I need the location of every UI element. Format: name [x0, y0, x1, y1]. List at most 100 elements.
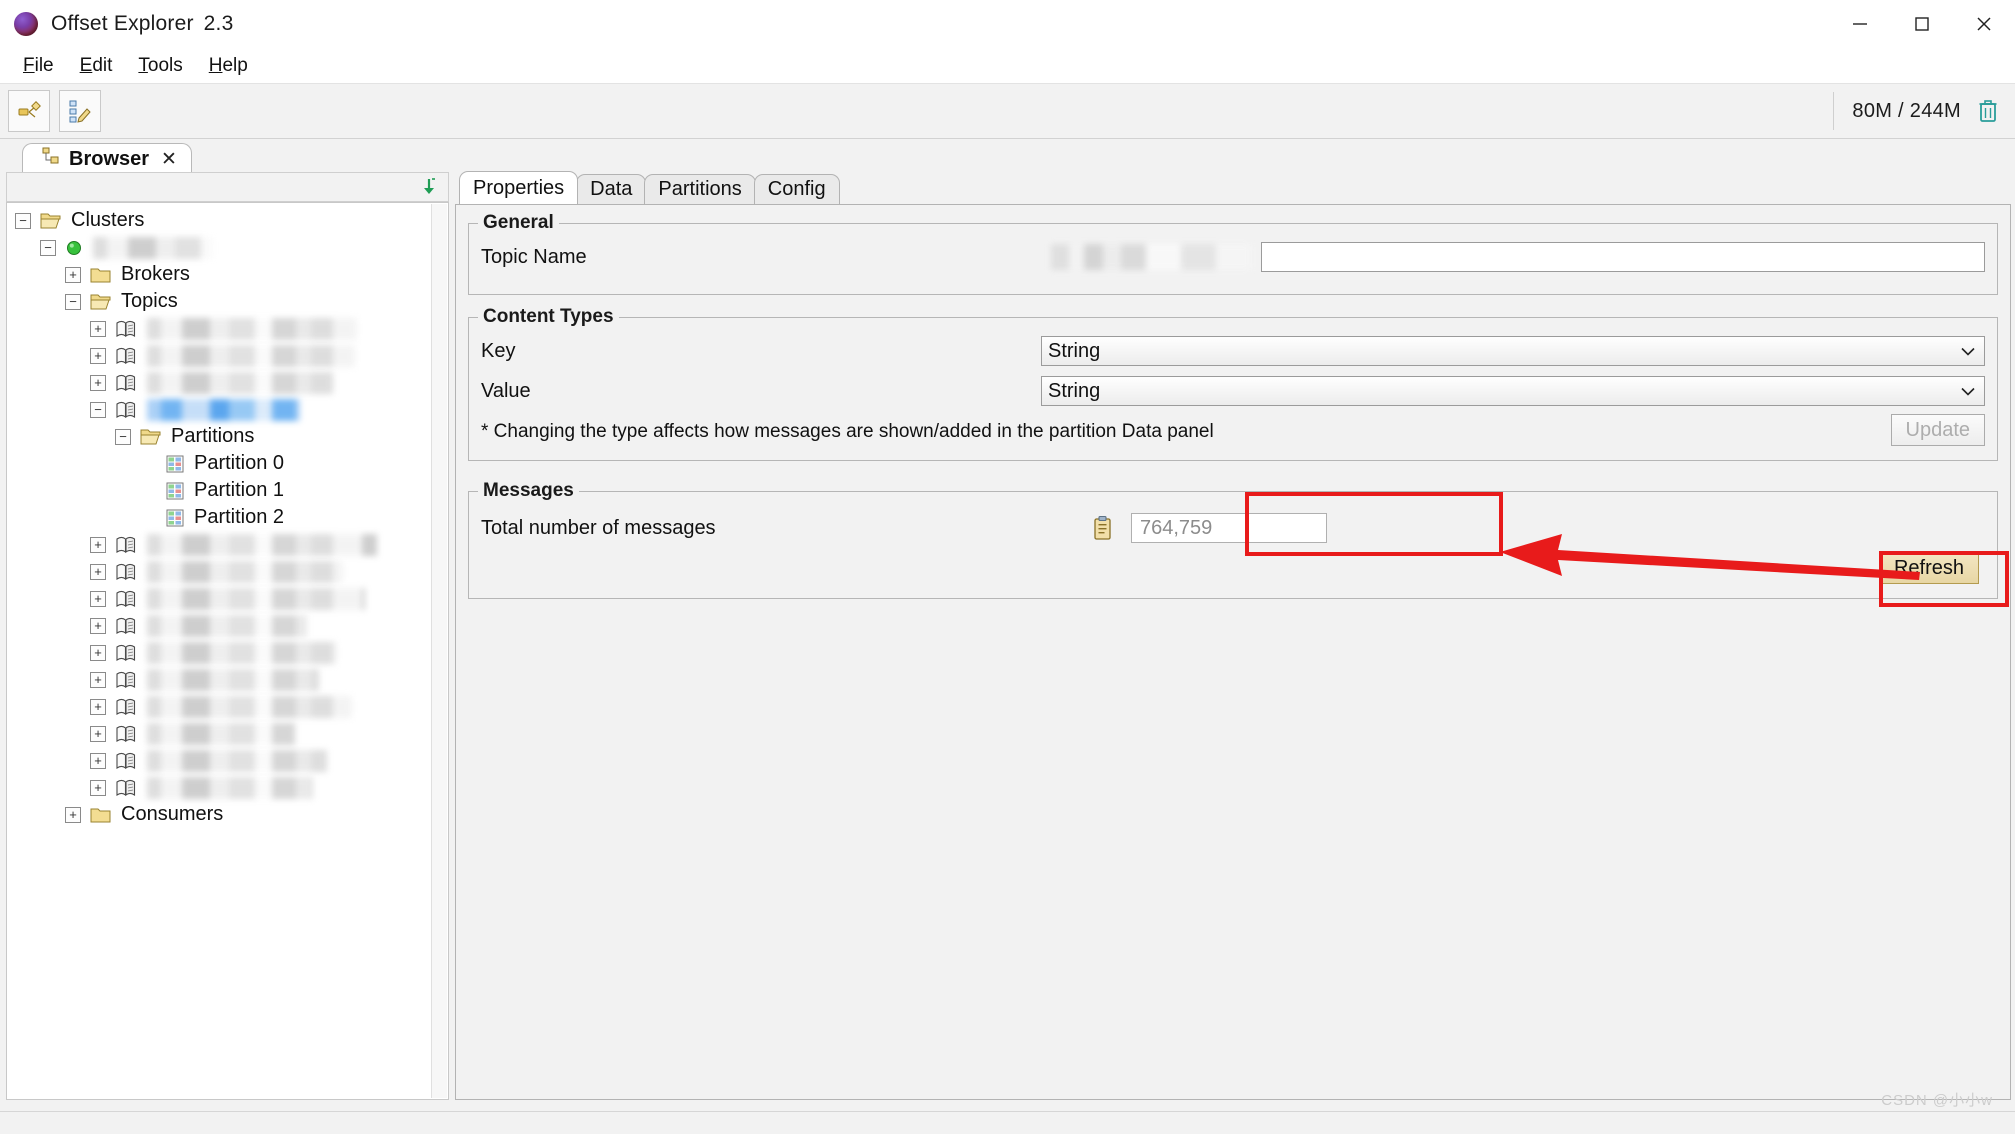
collapse-node-icon[interactable]: −	[40, 239, 56, 256]
tree-node[interactable]: +	[7, 612, 448, 639]
masked-node-label	[147, 641, 337, 664]
expand-node-icon[interactable]: +	[90, 536, 106, 553]
partition-icon	[165, 481, 185, 501]
close-icon[interactable]	[1953, 0, 2015, 48]
expand-node-icon[interactable]: +	[90, 725, 106, 742]
tree-node[interactable]: − Partitions	[7, 423, 448, 450]
expand-node-icon[interactable]: +	[90, 752, 106, 769]
masked-node-label	[147, 560, 343, 583]
folder-open-icon	[140, 427, 162, 447]
trash-icon[interactable]	[1977, 99, 1999, 123]
refresh-row: Refresh	[481, 552, 1985, 584]
expand-node-icon[interactable]: +	[90, 779, 106, 796]
tree-node[interactable]: − Clusters	[7, 207, 448, 234]
tree-node[interactable]: +	[7, 585, 448, 612]
tree-node-label: Partition 1	[194, 479, 285, 501]
partition-icon	[165, 508, 185, 528]
collapse-all-icon[interactable]	[418, 176, 440, 204]
tab-browser[interactable]: Browser ✕	[22, 143, 192, 174]
expand-node-icon[interactable]: +	[90, 563, 106, 580]
collapse-node-icon[interactable]: −	[65, 293, 81, 310]
key-type-select[interactable]: String	[1041, 336, 1985, 366]
memory-text: 80M / 244M	[1852, 99, 1961, 122]
total-messages-field[interactable]: 764,759	[1131, 513, 1327, 543]
expand-node-icon[interactable]: +	[90, 320, 106, 337]
expand-node-icon[interactable]: +	[65, 806, 81, 823]
details-pane: Properties Data Partitions Config Genera…	[455, 171, 2011, 1100]
expand-node-icon[interactable]: +	[90, 698, 106, 715]
expand-node-icon[interactable]: +	[90, 374, 106, 391]
tree-node[interactable]: +	[7, 558, 448, 585]
tree-node[interactable]: +	[7, 747, 448, 774]
tree-scrollbar[interactable]	[431, 204, 447, 1098]
tab-properties[interactable]: Properties	[459, 171, 579, 204]
add-cluster-icon[interactable]	[8, 90, 50, 132]
app-title-text: Offset Explorer	[51, 12, 194, 35]
update-button[interactable]: Update	[1890, 414, 1985, 446]
tree-node-label: Clusters	[71, 209, 145, 231]
tree-node[interactable]: +	[7, 666, 448, 693]
expand-node-icon[interactable]: +	[90, 671, 106, 688]
menu-item-edit[interactable]: Edit	[67, 51, 126, 81]
menu-item-file[interactable]: File	[10, 51, 67, 81]
tab-browser-label: Browser	[69, 147, 150, 170]
collapse-node-icon[interactable]: −	[15, 212, 31, 229]
tree-node[interactable]: Partition 0	[7, 450, 448, 477]
tree-view[interactable]: − Clusters − + Brokers − Topics + + + − − Partitions…	[6, 202, 449, 1100]
partition-icon	[165, 454, 185, 474]
masked-node-label	[147, 695, 352, 718]
tree-node[interactable]: +	[7, 774, 448, 801]
menu-item-help-rest: elp	[222, 54, 248, 76]
tree-node[interactable]: −	[7, 234, 448, 261]
minimize-icon[interactable]	[1829, 0, 1891, 48]
expand-node-icon[interactable]: +	[90, 644, 106, 661]
collapse-node-icon[interactable]: −	[115, 428, 131, 445]
tree-node[interactable]: −	[7, 396, 448, 423]
expand-node-icon[interactable]: +	[90, 617, 106, 634]
menu-item-help[interactable]: Help	[196, 51, 261, 81]
tree-node[interactable]: +	[7, 693, 448, 720]
expand-node-icon[interactable]: +	[65, 266, 81, 283]
expand-node-icon[interactable]: +	[90, 347, 106, 364]
topic-name-label: Topic Name	[481, 245, 587, 268]
topic-icon	[115, 670, 137, 690]
tree-node[interactable]: +	[7, 639, 448, 666]
topic-icon	[115, 400, 137, 420]
tab-data[interactable]: Data	[576, 174, 647, 204]
tree-node-label: Partitions	[171, 425, 255, 447]
refresh-button[interactable]: Refresh	[1878, 552, 1979, 584]
value-type-select[interactable]: String	[1041, 376, 1985, 406]
clipboard-icon[interactable]	[1091, 515, 1115, 541]
masked-node-label	[147, 587, 365, 610]
chevron-down-icon	[1960, 380, 1976, 403]
close-icon[interactable]: ✕	[161, 148, 177, 171]
tree-node[interactable]: Partition 1	[7, 477, 448, 504]
menu-item-tools-rest: ools	[147, 54, 183, 76]
tree-node[interactable]: Partition 2	[7, 504, 448, 531]
menu-item-tools[interactable]: Tools	[125, 51, 195, 81]
status-bar	[0, 1111, 2015, 1134]
tree-node[interactable]: + Consumers	[7, 801, 448, 828]
properties-panel: General Topic Name Content Types Key Str…	[455, 204, 2011, 1100]
topic-icon	[115, 616, 137, 636]
tree-node[interactable]: +	[7, 720, 448, 747]
masked-node-label	[147, 749, 327, 772]
tree-node[interactable]: +	[7, 342, 448, 369]
tree-node[interactable]: − Topics	[7, 288, 448, 315]
key-type-label: Key	[481, 339, 516, 362]
expand-node-icon[interactable]: +	[90, 590, 106, 607]
collapse-node-icon[interactable]: −	[90, 401, 106, 418]
tab-config[interactable]: Config	[753, 174, 840, 204]
tab-partitions[interactable]: Partitions	[644, 174, 756, 204]
tree-node[interactable]: + Brokers	[7, 261, 448, 288]
tree-node[interactable]: +	[7, 531, 448, 558]
menu-bar: File Edit Tools Help	[0, 48, 2015, 84]
tree-node[interactable]: +	[7, 369, 448, 396]
memory-indicator[interactable]: 80M / 244M	[1833, 92, 2007, 130]
maximize-icon[interactable]	[1891, 0, 1953, 48]
edit-cluster-icon[interactable]	[59, 90, 101, 132]
tree-node[interactable]: +	[7, 315, 448, 342]
topic-name-input[interactable]	[1261, 242, 1985, 272]
